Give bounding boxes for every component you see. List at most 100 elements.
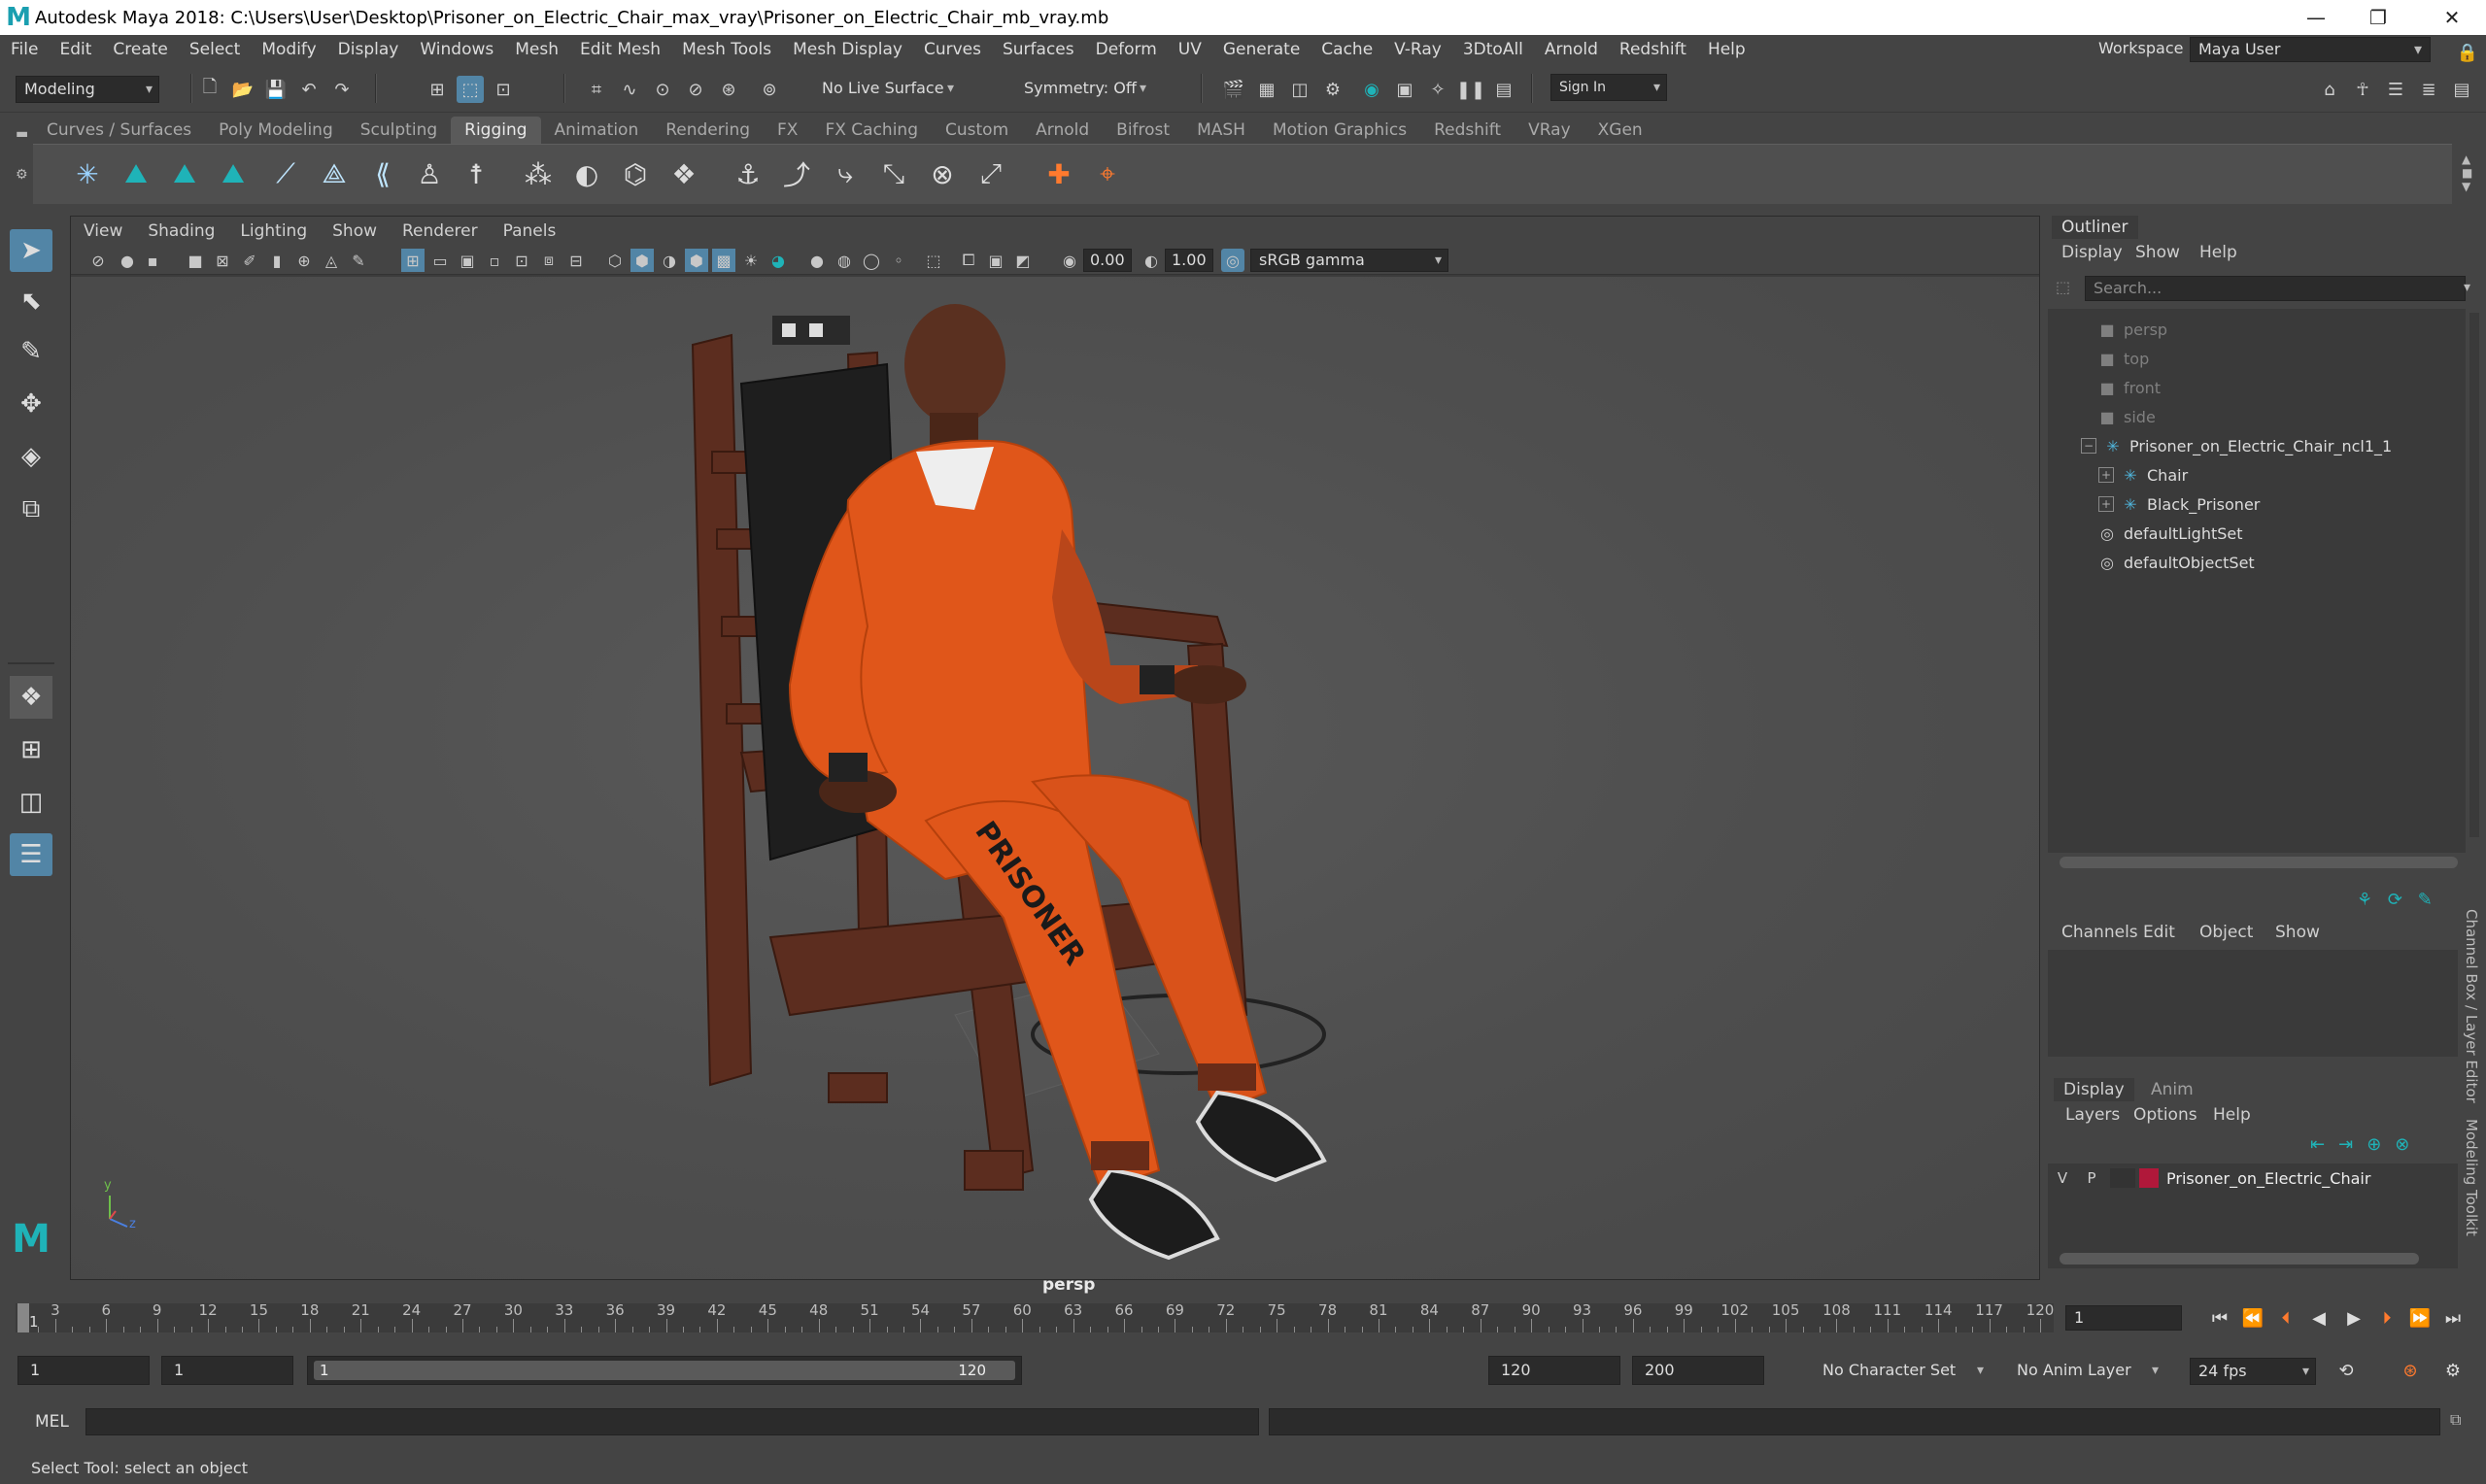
gamma-icon[interactable]: ◐ [1140,249,1163,272]
restore-icon[interactable]: ❐ [2349,0,2407,35]
select-hierarchy-icon[interactable]: ⊞ [424,76,451,103]
wireframe-on-shaded-icon[interactable]: ▩ [712,249,735,272]
texture-icon[interactable]: ▣ [984,249,1007,272]
hud-icon[interactable]: ⧠ [957,249,980,272]
camera-attributes-icon[interactable]: ⊘ [86,249,110,272]
use-all-lights-icon[interactable]: ☀ [739,249,763,272]
menu-redshift[interactable]: Redshift [1609,40,1697,59]
pole-vector-icon[interactable]: ⤢ [971,154,1010,193]
layer-tab-anim[interactable]: Anim [2151,1080,2194,1099]
outliner-item-black-prisoner[interactable]: + ✳ Black_Prisoner [2048,489,2466,519]
command-language-toggle[interactable]: MEL [35,1412,69,1432]
attribute-icon[interactable]: ⚘ [2357,890,2372,910]
viewport-menu-view[interactable]: View [71,221,135,241]
character-skeleton-icon[interactable]: ☨ [457,154,495,193]
shelf-tab-motion-graphics[interactable]: Motion Graphics [1259,117,1420,144]
range-slider[interactable]: 1 120 [307,1356,1022,1385]
menu-3dtoall[interactable]: 3DtoAll [1452,40,1534,59]
paint-select-icon[interactable]: ✎ [10,330,52,373]
shelf-tab-redshift[interactable]: Redshift [1420,117,1515,144]
menu-edit-mesh[interactable]: Edit Mesh [569,40,671,59]
field-chart-icon[interactable]: ✎ [347,249,370,272]
shelf-tab-fx-caching[interactable]: FX Caching [811,117,932,144]
outliner-item-front[interactable]: ■ front [2048,373,2466,402]
snap-view-icon[interactable]: ⊘ [682,76,709,103]
menu-arnold[interactable]: Arnold [1534,40,1609,59]
menu-deform[interactable]: Deform [1085,40,1168,59]
loop-icon[interactable]: ⟲ [2332,1358,2361,1383]
ipr-render-icon[interactable]: ◫ [1286,76,1313,103]
outliner-horizontal-scrollbar[interactable] [2060,857,2458,868]
ik-handle-icon[interactable]: ⟋ [266,154,305,193]
shelf-tab-rigging[interactable]: Rigging [451,117,541,144]
channel-menu-show[interactable]: Show [2275,923,2320,942]
camera-icon[interactable]: ■ [184,249,207,272]
outliner-item-root-group[interactable]: − ✳ Prisoner_on_Electric_Chair_ncl1_1 [2048,431,2466,460]
exposure-icon[interactable]: ◉ [1058,249,1081,272]
time-slider[interactable]: 3 6 9 12 15 18 21 24 27 30 33 36 39 42 45 48 51 54 57 60 63 6… [16,1290,2056,1344]
menu-mesh[interactable]: Mesh [504,40,569,59]
outliner-item-top[interactable]: ■ top [2048,344,2466,373]
open-scene-icon[interactable]: 📂 [229,76,256,103]
outliner-item-chair[interactable]: + ✳ Chair [2048,460,2466,489]
menu-curves[interactable]: Curves [913,40,992,59]
range-slider-handle[interactable]: 1 120 [314,1361,1015,1380]
exposure-field[interactable]: 0.00 [1083,249,1132,272]
color-space-dropdown[interactable]: sRGB gamma [1250,249,1448,272]
overlay-icon[interactable]: ◩ [1011,249,1035,272]
create-joints-icon[interactable]: ✳ [68,154,107,193]
film-gate-icon[interactable]: ▮ [265,249,289,272]
viewport-menu-panels[interactable]: Panels [491,221,569,241]
animation-preferences-icon[interactable]: ⚙ [2438,1358,2468,1383]
toggle-attribute-editor-icon[interactable]: ☰ [2382,76,2409,103]
go-to-end-icon[interactable]: ⏭ [2438,1305,2468,1331]
image-plane-icon[interactable]: ▪ [141,249,164,272]
layer-row[interactable]: V P Prisoner_on_Electric_Chair [2048,1164,2458,1193]
outliner-item-persp[interactable]: ■ persp [2048,315,2466,344]
vray-render-icon[interactable]: ✧ [1424,76,1451,103]
outliner-search-input[interactable]: Search... [2085,276,2466,301]
shelf-tab-xgen[interactable]: XGen [1584,117,1656,144]
save-scene-icon[interactable]: 💾 [262,76,289,103]
select-object-icon[interactable]: ⬚ [457,76,484,103]
character-icon[interactable]: ♙ [410,154,449,193]
scale-tool-icon[interactable]: ⧉ [10,488,52,530]
snap-point-icon[interactable]: ⊙ [649,76,676,103]
playback-end-field[interactable]: 120 [1488,1356,1620,1385]
menu-mesh-tools[interactable]: Mesh Tools [671,40,782,59]
new-scene-icon[interactable]: 🗋 [196,76,223,103]
move-layer-down-icon[interactable]: ⇥ [2338,1134,2367,1155]
menu-display[interactable]: Display [327,40,410,59]
animation-end-field[interactable]: 200 [1632,1356,1764,1385]
quick-rig-icon[interactable]: ⛰ [165,154,204,193]
shelf-tab-sculpting[interactable]: Sculpting [347,117,451,144]
menu-generate[interactable]: Generate [1212,40,1311,59]
outliner-layout-icon[interactable]: ☰ [10,833,52,876]
fps-dropdown[interactable]: 24 fps [2190,1358,2316,1385]
channel-box-layer-editor-tab[interactable]: Channel Box / Layer Editor [2463,909,2480,1103]
chevron-down-icon[interactable]: ▾ [2464,280,2470,295]
viewport-menu-shading[interactable]: Shading [135,221,227,241]
hypershade-icon[interactable]: ◉ [1358,76,1385,103]
pause-icon[interactable]: ❚❚ [1456,76,1485,103]
grid-toggle-icon[interactable]: ⊞ [401,249,425,272]
snap-curve-icon[interactable]: ∿ [616,76,643,103]
toggle-modeling-toolkit-icon[interactable]: ⌂ [2316,76,2343,103]
resolution-gate-icon[interactable]: ⊕ [292,249,316,272]
channel-menu-channels[interactable]: Channels [2061,923,2138,942]
menu-uv[interactable]: UV [1168,40,1212,59]
anti-aliasing-icon[interactable]: ◯ [860,249,883,272]
cluster-icon[interactable]: ❖ [664,154,703,193]
channel-menu-edit[interactable]: Edit [2143,923,2175,942]
menu-help[interactable]: Help [1697,40,1756,59]
viewport-menu-show[interactable]: Show [320,221,390,241]
move-tool-icon[interactable]: ✥ [10,383,52,425]
menu-mesh-display[interactable]: Mesh Display [782,40,913,59]
outliner-item-side[interactable]: ■ side [2048,402,2466,431]
aim-constraint-icon[interactable]: ⊗ [923,154,962,193]
rotate-tool-icon[interactable]: ◈ [10,435,52,478]
collapse-icon[interactable]: − [2081,438,2096,454]
minimize-icon[interactable]: — [2287,0,2345,35]
step-forward-key-icon[interactable]: ⏩ [2405,1305,2435,1331]
human-ik-icon[interactable]: ⛰ [214,154,253,193]
